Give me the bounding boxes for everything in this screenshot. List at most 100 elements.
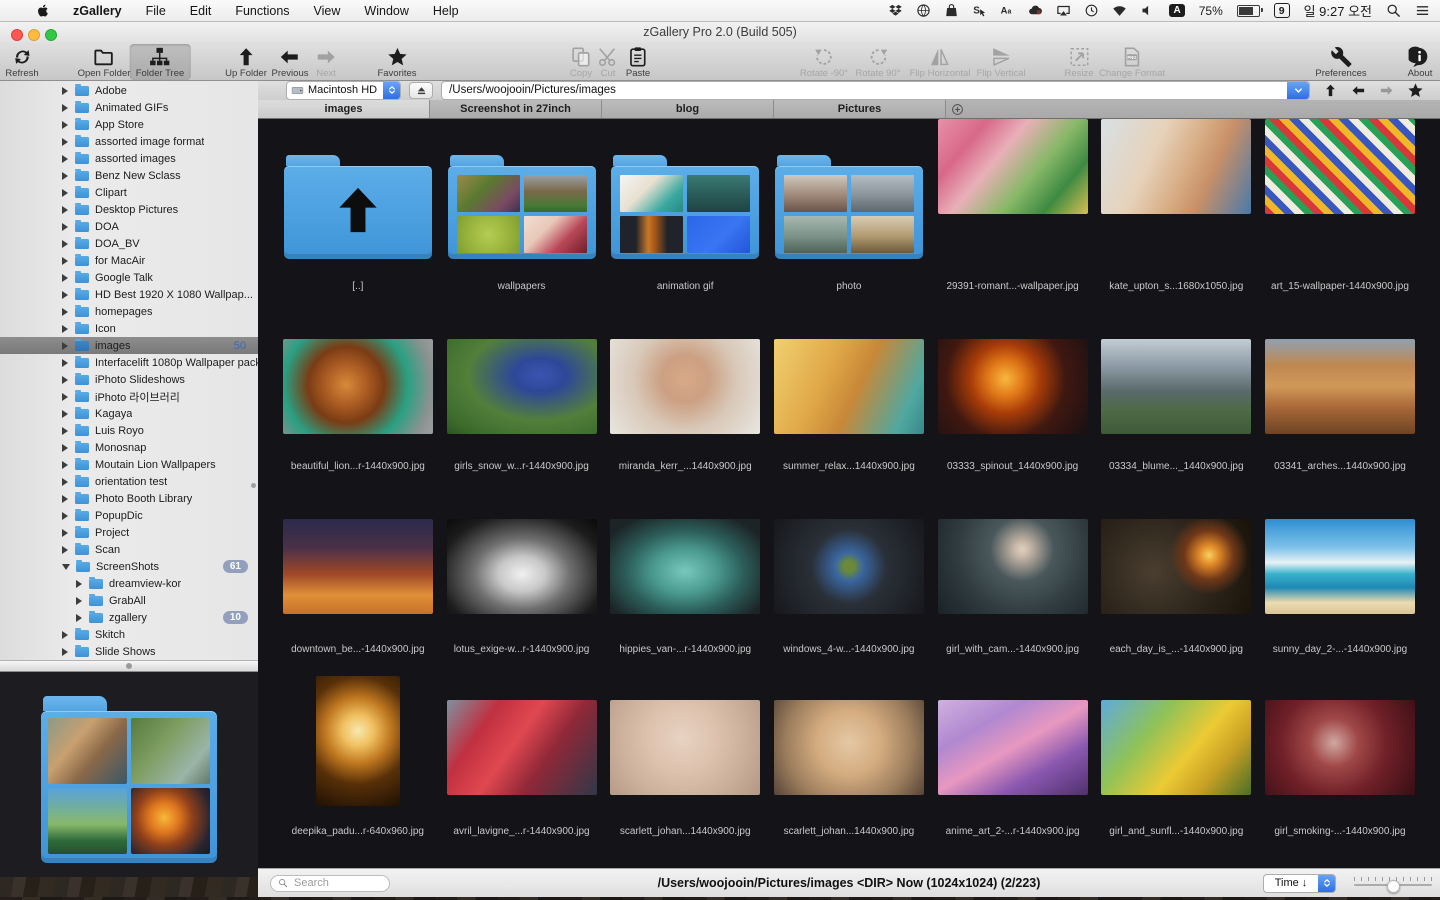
sidebar-item-zgallery[interactable]: zgallery10: [0, 609, 258, 626]
disclosure-open-icon[interactable]: [62, 564, 70, 570]
image-thumbnail[interactable]: [1101, 339, 1251, 434]
grid-item-folder[interactable]: photo: [767, 119, 931, 337]
menu-window[interactable]: Window: [364, 4, 408, 18]
sidebar-item-photo-booth-library[interactable]: Photo Booth Library: [0, 490, 258, 507]
sidebar-item-doa[interactable]: DOA: [0, 218, 258, 235]
image-thumbnail[interactable]: [1265, 700, 1415, 795]
favorites-button[interactable]: Favorites: [371, 44, 422, 80]
disclosure-icon[interactable]: [62, 121, 68, 129]
sidebar-item-orientation-test[interactable]: orientation test: [0, 473, 258, 490]
battery-icon[interactable]: [1237, 5, 1260, 17]
menu-help[interactable]: Help: [433, 4, 459, 18]
cloud-sync-icon[interactable]: [1028, 3, 1043, 18]
sidebar-item-kagaya[interactable]: Kagaya: [0, 405, 258, 422]
sidebar-item-animated-gifs[interactable]: Animated GIFs: [0, 99, 258, 116]
disclosure-icon[interactable]: [62, 189, 68, 197]
volume-stepper[interactable]: [383, 82, 400, 99]
flip-horizontal-button[interactable]: Flip Horizontal: [904, 44, 977, 80]
change-format-button[interactable]: PNGChange Format: [1093, 44, 1171, 80]
preferences-button[interactable]: Preferences: [1309, 44, 1372, 80]
sidebar-item-doa-bv[interactable]: DOA_BV: [0, 235, 258, 252]
disclosure-icon[interactable]: [62, 223, 68, 231]
grid-item-folder[interactable]: animation gif: [603, 119, 767, 337]
sidebar-item-adobe[interactable]: Adobe: [0, 82, 258, 99]
grid-item-folder[interactable]: wallpapers: [440, 119, 604, 337]
sort-stepper[interactable]: [1318, 875, 1335, 892]
spotlight-search-icon[interactable]: [1386, 3, 1401, 18]
grid-item-image[interactable]: summer_relax...1440x900.jpg: [767, 337, 931, 518]
disclosure-icon[interactable]: [76, 614, 82, 622]
sidebar-item-iphoto[interactable]: iPhoto 라이브러리: [0, 388, 258, 405]
grid-item-folder[interactable]: [..]: [276, 119, 440, 337]
grid-item-image[interactable]: lotus_exige-w...r-1440x900.jpg: [440, 518, 604, 699]
menu-clock[interactable]: 일 9:27 오전: [1304, 1, 1372, 20]
grid-item-image[interactable]: anime_art_2-...r-1440x900.jpg: [931, 699, 1095, 868]
sidebar-item-monosnap[interactable]: Monosnap: [0, 439, 258, 456]
sidebar-item-google-talk[interactable]: Google Talk: [0, 269, 258, 286]
disclosure-icon[interactable]: [62, 393, 68, 401]
globe-icon[interactable]: [916, 3, 931, 18]
disclosure-icon[interactable]: [62, 631, 68, 639]
image-thumbnail[interactable]: [938, 700, 1088, 795]
disclosure-icon[interactable]: [62, 308, 68, 316]
image-thumbnail[interactable]: [1265, 119, 1415, 214]
sidebar-item-icon[interactable]: Icon: [0, 320, 258, 337]
disclosure-icon[interactable]: [62, 342, 68, 350]
menu-zgallery[interactable]: zGallery: [73, 4, 122, 18]
rotate-90-button[interactable]: Rotate -90°: [794, 44, 854, 80]
disclosure-icon[interactable]: [62, 206, 68, 214]
menu-file[interactable]: File: [146, 4, 166, 18]
grid-item-image[interactable]: 03333_spinout_1440x900.jpg: [931, 337, 1095, 518]
apple-menu-icon[interactable]: [36, 3, 51, 18]
image-thumbnail[interactable]: [1101, 119, 1251, 214]
grid-item-image[interactable]: sunny_day_2-...-1440x900.jpg: [1258, 518, 1422, 699]
path-dropdown-button[interactable]: [1287, 82, 1309, 99]
about-button[interactable]: About: [1402, 44, 1439, 80]
sidebar-item-assorted-image-format[interactable]: assorted image format: [0, 133, 258, 150]
search-input[interactable]: [292, 876, 382, 890]
disclosure-icon[interactable]: [62, 291, 68, 299]
folder-tree-button[interactable]: Folder Tree: [130, 44, 191, 80]
image-thumbnail[interactable]: [283, 519, 433, 614]
time-machine-icon[interactable]: [1084, 3, 1099, 18]
image-thumbnail[interactable]: [610, 339, 760, 434]
menu-view[interactable]: View: [314, 4, 341, 18]
disclosure-icon[interactable]: [76, 580, 82, 588]
tab-images[interactable]: images: [258, 100, 430, 118]
sidebar-item-popupdic[interactable]: PopupDic: [0, 507, 258, 524]
forward-button[interactable]: [1379, 83, 1394, 98]
sidebar-item-images[interactable]: images50: [0, 337, 258, 354]
grid-item-image[interactable]: miranda_kerr_...1440x900.jpg: [603, 337, 767, 518]
grid-item-image[interactable]: beautiful_lion...r-1440x900.jpg: [276, 337, 440, 518]
add-tab-button[interactable]: [946, 100, 968, 118]
image-thumbnail[interactable]: [1101, 700, 1251, 795]
image-thumbnail[interactable]: [610, 519, 760, 614]
disclosure-icon[interactable]: [62, 172, 68, 180]
image-thumbnail[interactable]: [316, 676, 400, 806]
disclosure-icon[interactable]: [62, 648, 68, 656]
sidebar-item-screenshots[interactable]: ScreenShots61: [0, 558, 258, 575]
sidebar-item-clipart[interactable]: Clipart: [0, 184, 258, 201]
grid-item-image[interactable]: windows_4-w...-1440x900.jpg: [767, 518, 931, 699]
image-thumbnail[interactable]: [1265, 339, 1415, 434]
disclosure-icon[interactable]: [62, 427, 68, 435]
disclosure-icon[interactable]: [62, 546, 68, 554]
sidebar-resize-handle[interactable]: [251, 483, 256, 488]
grid-item-image[interactable]: girls_snow_w...r-1440x900.jpg: [440, 337, 604, 518]
image-thumbnail[interactable]: [1101, 519, 1251, 614]
sidebar-item-for-macair[interactable]: for MacAir: [0, 252, 258, 269]
sidebar-item-scan[interactable]: Scan: [0, 541, 258, 558]
disclosure-icon[interactable]: [62, 274, 68, 282]
sidebar-item-homepages[interactable]: homepages: [0, 303, 258, 320]
bag-icon[interactable]: [944, 3, 959, 18]
paste-button[interactable]: Paste: [620, 44, 656, 80]
image-thumbnail[interactable]: [447, 519, 597, 614]
slider-thumb[interactable]: [1387, 880, 1400, 893]
wifi-icon[interactable]: [1112, 3, 1127, 18]
input-source-icon[interactable]: A: [1169, 4, 1184, 17]
notification-center-icon[interactable]: [1415, 3, 1430, 18]
sidebar-item-iphoto-slideshows[interactable]: iPhoto Slideshows: [0, 371, 258, 388]
fontsize-icon[interactable]: Aa: [1000, 3, 1015, 18]
disclosure-icon[interactable]: [62, 478, 68, 486]
image-thumbnail[interactable]: [447, 700, 597, 795]
